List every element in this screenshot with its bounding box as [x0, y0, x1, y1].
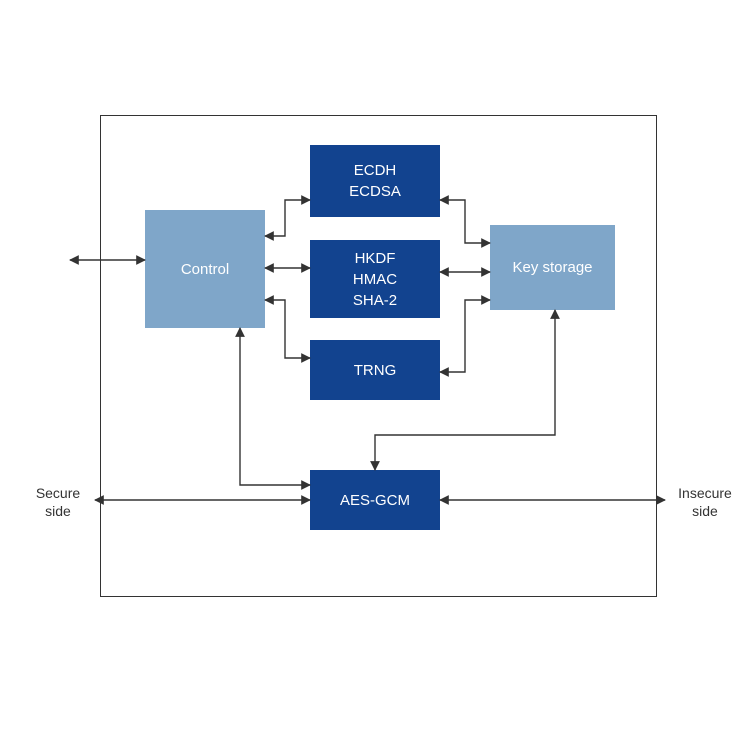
- ecdh-ecdsa-block: ECDH ECDSA: [310, 145, 440, 217]
- key-storage-label: Key storage: [512, 257, 592, 278]
- ecdh-ecdsa-label: ECDH ECDSA: [349, 160, 401, 202]
- trng-block: TRNG: [310, 340, 440, 400]
- insecure-side-label: Insecure side: [672, 485, 738, 520]
- aes-gcm-label: AES-GCM: [340, 490, 410, 511]
- control-block: Control: [145, 210, 265, 328]
- trng-label: TRNG: [354, 360, 397, 381]
- hkdf-hmac-sha2-block: HKDF HMAC SHA-2: [310, 240, 440, 318]
- hkdf-hmac-sha2-label: HKDF HMAC SHA-2: [353, 248, 397, 311]
- control-label: Control: [181, 259, 229, 280]
- aes-gcm-block: AES-GCM: [310, 470, 440, 530]
- secure-side-label: Secure side: [28, 485, 88, 520]
- key-storage-block: Key storage: [490, 225, 615, 310]
